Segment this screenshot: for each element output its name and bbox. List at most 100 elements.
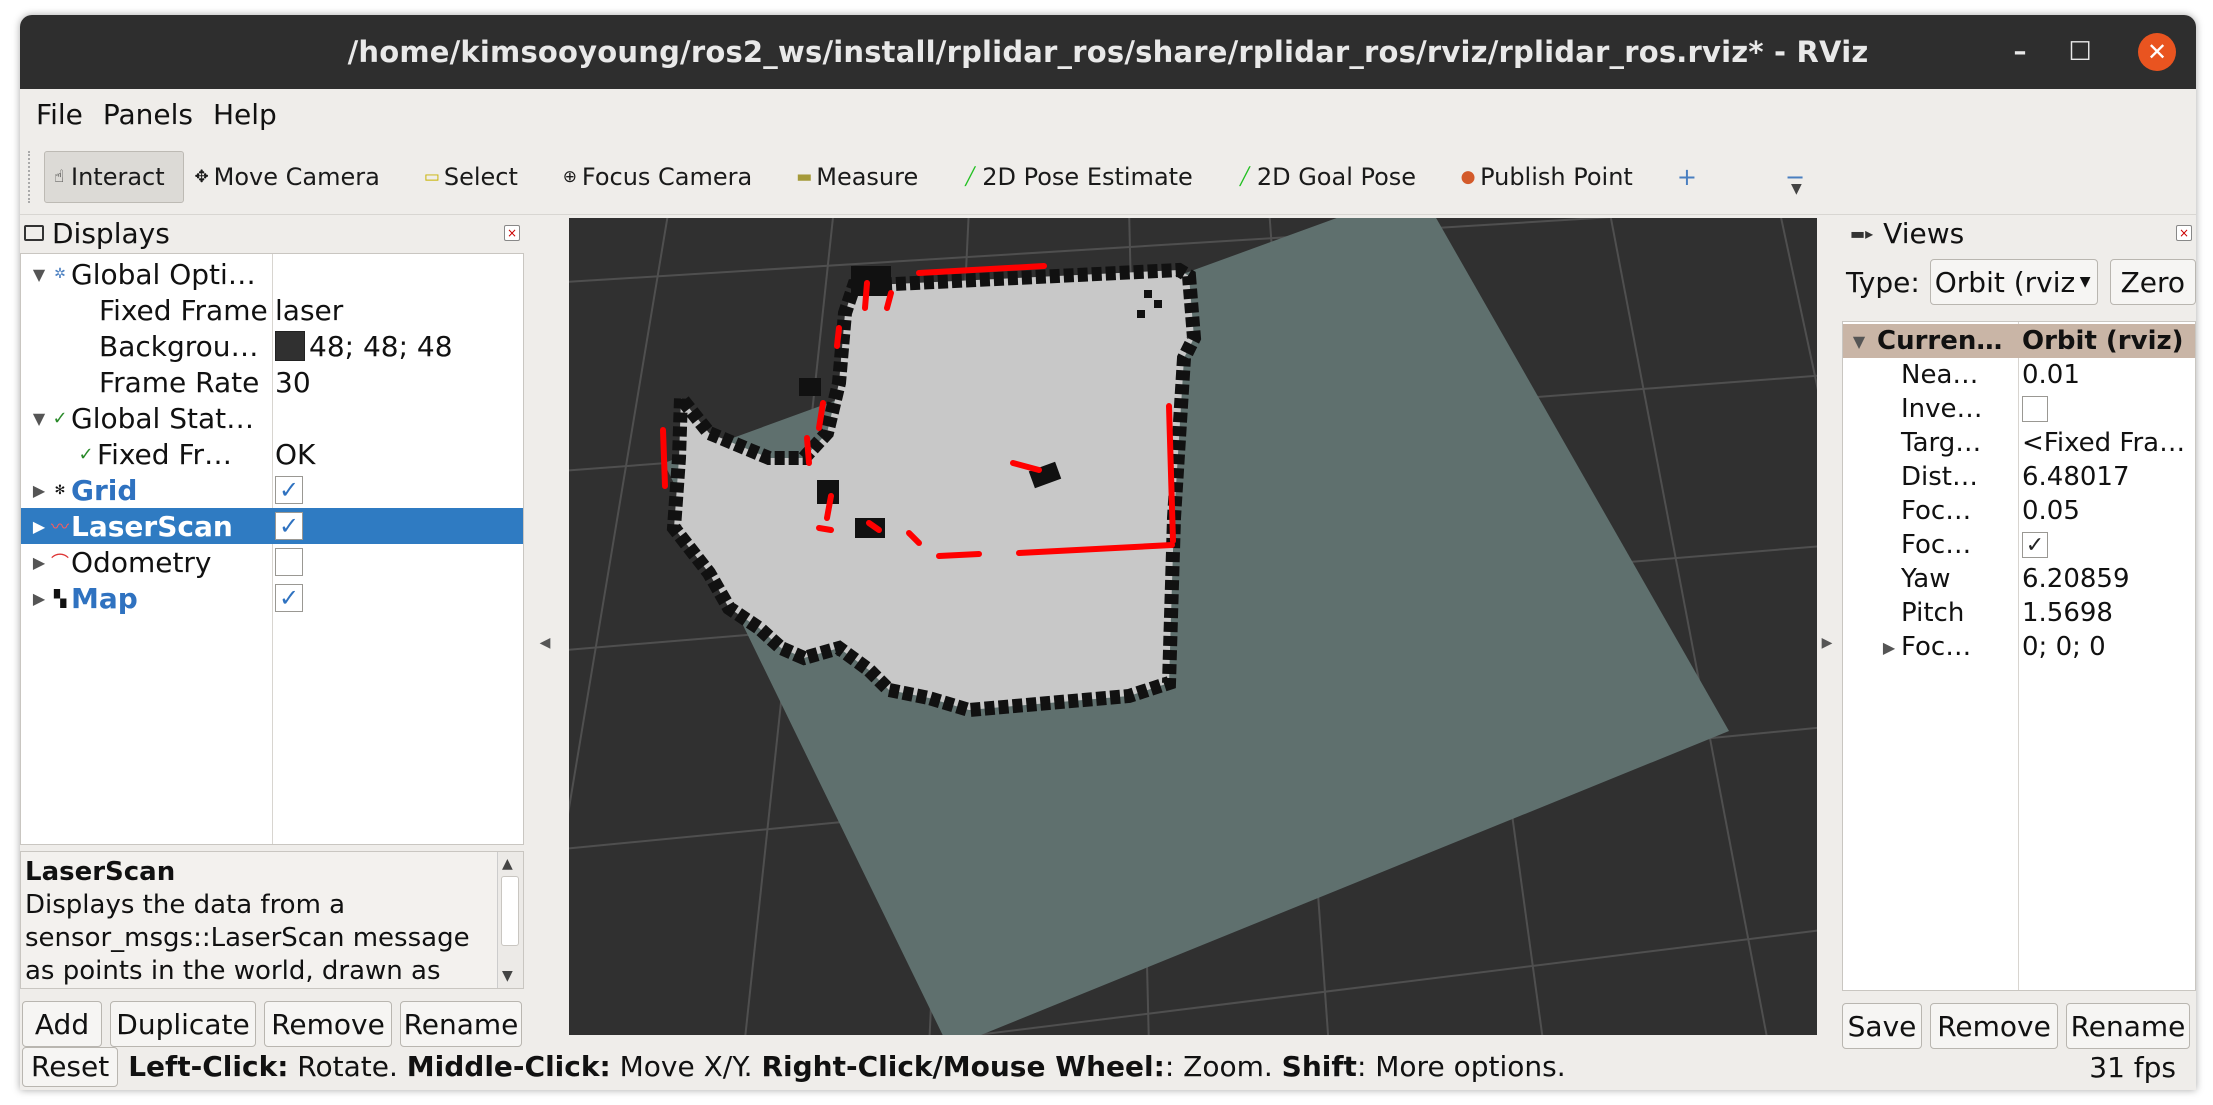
- odometry-checkbox[interactable]: [275, 548, 303, 576]
- remove-tool-button[interactable]: − ▼: [1781, 151, 1809, 203]
- panel-close-icon[interactable]: ×: [2176, 225, 2192, 241]
- target-frame-value[interactable]: <Fixed Fra…: [2022, 428, 2185, 458]
- tree-row-fixed-frame[interactable]: Fixed Frame laser: [21, 292, 523, 328]
- expand-arrow-icon[interactable]: ▶: [29, 589, 49, 608]
- measure-icon: ▬: [796, 166, 813, 187]
- near-clip-row[interactable]: Nea… 0.01: [1843, 358, 2195, 392]
- map-icon: ▚: [53, 588, 67, 608]
- title-bar[interactable]: /home/kimsooyoung/ros2_ws/install/rplida…: [20, 15, 2196, 89]
- collapse-arrow-icon[interactable]: ▼: [29, 409, 49, 428]
- move-camera-icon: ✥: [194, 166, 209, 187]
- focus-camera-icon: ⊕: [562, 166, 577, 187]
- scroll-down-icon[interactable]: ▼: [502, 968, 513, 984]
- toolbar-grip[interactable]: [28, 150, 34, 203]
- focal-point-row[interactable]: ▶ Foc… 0; 0; 0: [1843, 630, 2195, 664]
- goal-pose-label: 2D Goal Pose: [1256, 162, 1417, 191]
- select-icon: ▭: [423, 166, 440, 187]
- panel-close-icon[interactable]: ×: [504, 225, 520, 241]
- expand-arrow-icon[interactable]: ▶: [29, 553, 49, 572]
- interact-tool-button[interactable]: ☝ Interact: [44, 150, 184, 203]
- pitch-value[interactable]: 1.5698: [2022, 598, 2113, 628]
- odometry-display-label: Odometry: [71, 545, 212, 579]
- collapse-arrow-icon[interactable]: ▼: [29, 265, 49, 284]
- near-clip-value[interactable]: 0.01: [2022, 360, 2080, 390]
- description-scrollbar[interactable]: ▲ ▼: [497, 852, 523, 988]
- select-tool-button[interactable]: ▭ Select: [420, 151, 522, 203]
- tree-row-background[interactable]: Backgrou… 48; 48; 48: [21, 328, 523, 364]
- tree-row-map[interactable]: ▶ ▚ Map ✓: [21, 580, 523, 616]
- pitch-row[interactable]: Pitch 1.5698: [1843, 596, 2195, 630]
- grid-checkbox[interactable]: ✓: [275, 476, 303, 504]
- move-camera-tool-button[interactable]: ✥ Move Camera: [190, 151, 384, 203]
- add-display-button[interactable]: Add: [22, 1001, 102, 1047]
- tree-row-frame-rate[interactable]: Frame Rate 30: [21, 364, 523, 400]
- measure-tool-button[interactable]: ▬ Measure: [792, 151, 922, 203]
- map-checkbox[interactable]: ✓: [275, 584, 303, 612]
- remove-display-button[interactable]: Remove: [264, 1001, 392, 1047]
- check-status-icon: ✓: [52, 407, 68, 429]
- focus-camera-tool-button[interactable]: ⊕ Focus Camera: [558, 151, 756, 203]
- yaw-value[interactable]: 6.20859: [2022, 564, 2130, 594]
- expand-arrow-icon[interactable]: ▶: [1879, 638, 1899, 657]
- move-camera-label: Move Camera: [213, 162, 380, 191]
- maximize-icon[interactable]: ☐: [2059, 31, 2101, 73]
- focal-shape-size-value[interactable]: 0.05: [2022, 496, 2080, 526]
- global-status-label: Global Stat…: [71, 401, 255, 435]
- target-frame-row[interactable]: Targ… <Fixed Fra…: [1843, 426, 2195, 460]
- frame-rate-value[interactable]: 30: [275, 366, 311, 399]
- collapse-arrow-icon[interactable]: ▼: [1849, 332, 1869, 351]
- invert-z-row[interactable]: Inve…: [1843, 392, 2195, 426]
- grid-icon: ✻: [54, 482, 66, 498]
- scroll-up-icon[interactable]: ▲: [502, 856, 513, 872]
- background-value[interactable]: 48; 48; 48: [309, 330, 453, 363]
- focal-shape-fixed-checkbox[interactable]: ✓: [2022, 532, 2048, 558]
- view-properties-tree[interactable]: ▼ Curren… Orbit (rviz) Nea… 0.01 Inve… T…: [1842, 321, 2196, 991]
- status-zoom: : Zoom.: [1164, 1050, 1282, 1083]
- expand-arrow-icon[interactable]: ▶: [29, 481, 49, 500]
- fixed-frame-value[interactable]: laser: [275, 294, 343, 327]
- invert-z-checkbox[interactable]: [2022, 396, 2048, 422]
- tree-row-odometry[interactable]: ▶ ⌒ Odometry: [21, 544, 523, 580]
- menu-file[interactable]: File: [36, 98, 83, 131]
- tree-row-global-status[interactable]: ▼ ✓ Global Stat…: [21, 400, 523, 436]
- scroll-thumb[interactable]: [501, 876, 519, 946]
- minimize-icon[interactable]: –: [1999, 31, 2041, 73]
- tree-row-global-options[interactable]: ▼ ✲ Global Opti…: [21, 256, 523, 292]
- reset-button[interactable]: Reset: [22, 1046, 119, 1087]
- publish-point-tool-button[interactable]: ● Publish Point: [1456, 151, 1637, 203]
- right-splitter-handle[interactable]: ▶: [1820, 215, 1834, 1070]
- tree-row-laserscan[interactable]: ▶ 〰 LaserScan ✓: [21, 508, 523, 544]
- background-color-swatch[interactable]: [275, 331, 305, 361]
- goal-pose-tool-button[interactable]: ╱ 2D Goal Pose: [1233, 151, 1420, 203]
- laserscan-checkbox[interactable]: ✓: [275, 512, 303, 540]
- pose-estimate-tool-button[interactable]: ╱ 2D Pose Estimate: [958, 151, 1197, 203]
- zero-button[interactable]: Zero: [2109, 259, 2196, 305]
- current-view-row[interactable]: ▼ Curren… Orbit (rviz): [1843, 324, 2195, 358]
- view-type-select[interactable]: Orbit (rviz ▼: [1929, 259, 2098, 305]
- rviz-window: /home/kimsooyoung/ros2_ws/install/rplida…: [20, 15, 2196, 1090]
- menu-panels[interactable]: Panels: [103, 98, 193, 131]
- close-icon[interactable]: ✕: [2138, 33, 2176, 71]
- focal-shape-fixed-row[interactable]: Foc… ✓: [1843, 528, 2195, 562]
- fixed-frame-label: Fixed Frame: [99, 293, 268, 327]
- status-bar: Reset Left-Click: Rotate. Middle-Click: …: [20, 1043, 2196, 1090]
- duplicate-display-button[interactable]: Duplicate: [110, 1001, 256, 1047]
- distance-row[interactable]: Dist… 6.48017: [1843, 460, 2195, 494]
- distance-value[interactable]: 6.48017: [2022, 462, 2130, 492]
- rename-display-button[interactable]: Rename: [400, 1001, 522, 1047]
- focal-shape-size-row[interactable]: Foc… 0.05: [1843, 494, 2195, 528]
- tree-row-grid[interactable]: ▶ ✻ Grid ✓: [21, 472, 523, 508]
- scene-canvas[interactable]: [569, 218, 1817, 1035]
- frame-rate-label: Frame Rate: [99, 365, 260, 399]
- menu-help[interactable]: Help: [213, 98, 277, 131]
- status-middle-click: Middle-Click:: [406, 1050, 611, 1083]
- left-splitter-handle[interactable]: ◀: [538, 215, 552, 1070]
- fps-counter: 31 fps: [2089, 1051, 2176, 1084]
- expand-arrow-icon[interactable]: ▶: [29, 517, 49, 536]
- focal-point-value[interactable]: 0; 0; 0: [2022, 632, 2106, 662]
- tree-row-fixed-frame-status[interactable]: ✓ Fixed Fr… OK: [21, 436, 523, 472]
- displays-tree[interactable]: ▼ ✲ Global Opti… Fixed Frame laser Backg…: [20, 253, 524, 845]
- yaw-row[interactable]: Yaw 6.20859: [1843, 562, 2195, 596]
- render-viewport[interactable]: [569, 218, 1817, 1035]
- add-tool-button[interactable]: +: [1673, 151, 1701, 203]
